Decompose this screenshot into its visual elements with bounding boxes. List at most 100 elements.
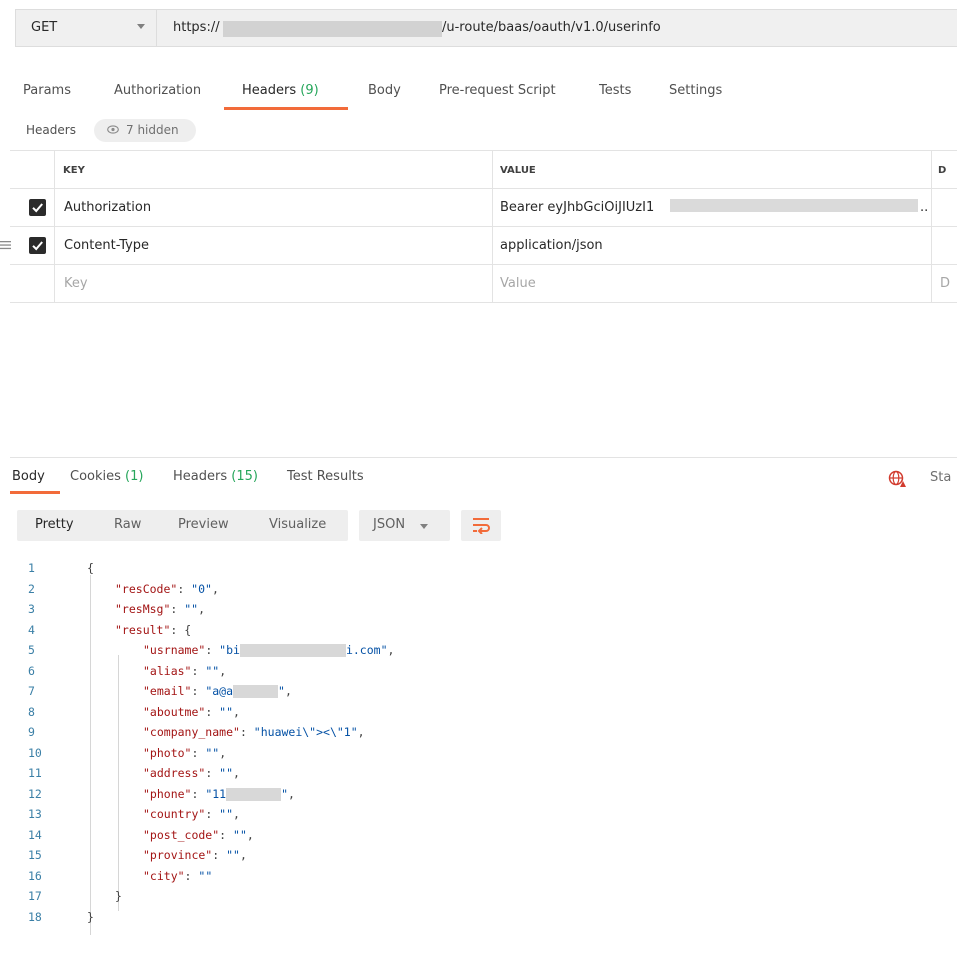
code-line: "city": "" [143, 868, 213, 883]
json-key: "resCode" [115, 581, 178, 596]
new-key-input[interactable]: Key [64, 276, 88, 291]
line-number: 12 [28, 786, 42, 801]
code-line: "usrname": "bi i.com", [143, 643, 395, 657]
code-line: { [87, 561, 94, 575]
json-value: "bi [219, 643, 240, 657]
line-number: 3 [28, 602, 35, 616]
json-value: "" [184, 602, 199, 616]
response-tab-headers-count: (15) [231, 469, 258, 484]
response-tab-body[interactable]: Body [12, 469, 45, 484]
json-key: "post_code" [143, 827, 220, 842]
tab-body[interactable]: Body [368, 83, 401, 98]
code-line: "post_code": "", [143, 827, 254, 842]
header-value-cell[interactable]: Bearer eyJhbGciOiJIUzI1 [500, 200, 654, 215]
hidden-headers-count: 7 hidden [126, 123, 179, 137]
tab-headers-label: Headers [242, 83, 297, 98]
line-number: 2 [28, 581, 35, 596]
new-description-input[interactable]: D [940, 276, 950, 291]
active-response-tab-indicator [10, 491, 60, 494]
json-key: "address" [143, 766, 206, 780]
status-label: Sta [930, 470, 952, 485]
json-key: "country" [143, 807, 206, 821]
eye-icon [107, 125, 119, 134]
tab-pre-request-script[interactable]: Pre-request Script [439, 83, 556, 98]
tab-settings[interactable]: Settings [669, 83, 722, 98]
line-number: 18 [28, 909, 42, 924]
code-line: "resMsg": "", [115, 602, 206, 616]
json-key: "result" [115, 622, 171, 637]
json-key: "company_name" [143, 725, 240, 739]
json-value: "11 [205, 786, 227, 801]
json-value: "" [205, 745, 220, 760]
view-mode-group: Pretty Raw Preview Visualize [17, 510, 348, 541]
json-key: "alias" [143, 663, 192, 678]
method-label: GET [31, 20, 58, 35]
json-value: "" [198, 868, 213, 883]
code-line: "phone": "11 ", [143, 786, 295, 801]
response-tab-test-results[interactable]: Test Results [287, 469, 364, 484]
code-line: "email": "a@a ", [143, 684, 292, 698]
chevron-down-icon [137, 24, 145, 29]
response-divider [10, 457, 957, 458]
line-number: 14 [28, 827, 42, 842]
response-tab-cookies[interactable]: Cookies (1) [70, 469, 143, 484]
code-line: "result": { [115, 622, 192, 637]
new-value-input[interactable]: Value [500, 276, 536, 291]
format-select[interactable]: JSON [359, 510, 450, 541]
json-value-tail: i.com" [345, 643, 388, 657]
line-number: 17 [28, 889, 42, 903]
json-key: "usrname" [143, 643, 206, 657]
headers-section-label: Headers [26, 123, 76, 137]
json-key: "resMsg" [115, 602, 171, 616]
json-value: "" [233, 827, 247, 842]
tab-headers[interactable]: Headers (9) [242, 83, 319, 98]
json-value-tail: " [278, 684, 285, 698]
header-value-cell[interactable]: application/json [500, 238, 603, 253]
response-tab-headers-label: Headers [173, 469, 228, 484]
response-tab-headers[interactable]: Headers (15) [173, 469, 258, 484]
json-key: "aboutme" [143, 704, 206, 719]
json-value: "huawei\"><\"1" [253, 725, 358, 739]
checkbox-checked-icon[interactable] [29, 199, 46, 216]
header-key-cell[interactable]: Authorization [64, 200, 151, 215]
view-visualize-button[interactable]: Visualize [269, 517, 326, 532]
code-line: "resCode": "0", [115, 581, 219, 596]
redacted-value [239, 644, 346, 657]
code-line: "address": "", [143, 766, 240, 780]
redacted-url-segment [223, 21, 442, 37]
checkbox-checked-icon[interactable] [29, 237, 46, 254]
method-select[interactable]: GET [16, 10, 157, 46]
line-number: 11 [28, 766, 42, 780]
line-number: 5 [28, 643, 35, 657]
url-input-suffix[interactable]: /u-route/baas/oauth/v1.0/userinfo [442, 20, 661, 35]
view-raw-button[interactable]: Raw [114, 517, 141, 532]
drag-handle-icon[interactable] [0, 240, 11, 250]
url-input-prefix[interactable]: https:// [173, 20, 220, 35]
chevron-down-icon [420, 524, 428, 529]
view-preview-button[interactable]: Preview [178, 517, 229, 532]
json-key: "province" [143, 848, 213, 862]
tab-params[interactable]: Params [23, 83, 71, 98]
tab-authorization[interactable]: Authorization [114, 83, 201, 98]
code-line: } [115, 889, 122, 903]
view-pretty-button[interactable]: Pretty [35, 517, 74, 532]
value-truncation: .. [920, 200, 929, 215]
line-number: 10 [28, 745, 42, 760]
headers-table: KEY VALUE D Authorization Bearer eyJhbGc… [0, 150, 957, 303]
line-number: 6 [28, 663, 35, 678]
json-value: "" [205, 663, 220, 678]
code-line: "photo": "", [143, 745, 227, 760]
json-key: "photo" [143, 745, 192, 760]
globe-icon[interactable] [888, 470, 906, 488]
json-value: "" [219, 766, 234, 780]
line-number: 4 [28, 622, 35, 637]
tab-tests[interactable]: Tests [599, 83, 631, 98]
line-number: 16 [28, 868, 42, 883]
redacted-value [233, 685, 279, 698]
header-key-cell[interactable]: Content-Type [64, 238, 149, 253]
json-key: "phone" [143, 786, 192, 801]
response-body-code[interactable]: 1 {2 "resCode": "0", 3 "resMsg": "", 4 "result… [0, 559, 600, 949]
column-header-value: VALUE [500, 165, 536, 176]
wrap-lines-button[interactable] [461, 510, 501, 541]
line-number: 7 [28, 684, 35, 698]
